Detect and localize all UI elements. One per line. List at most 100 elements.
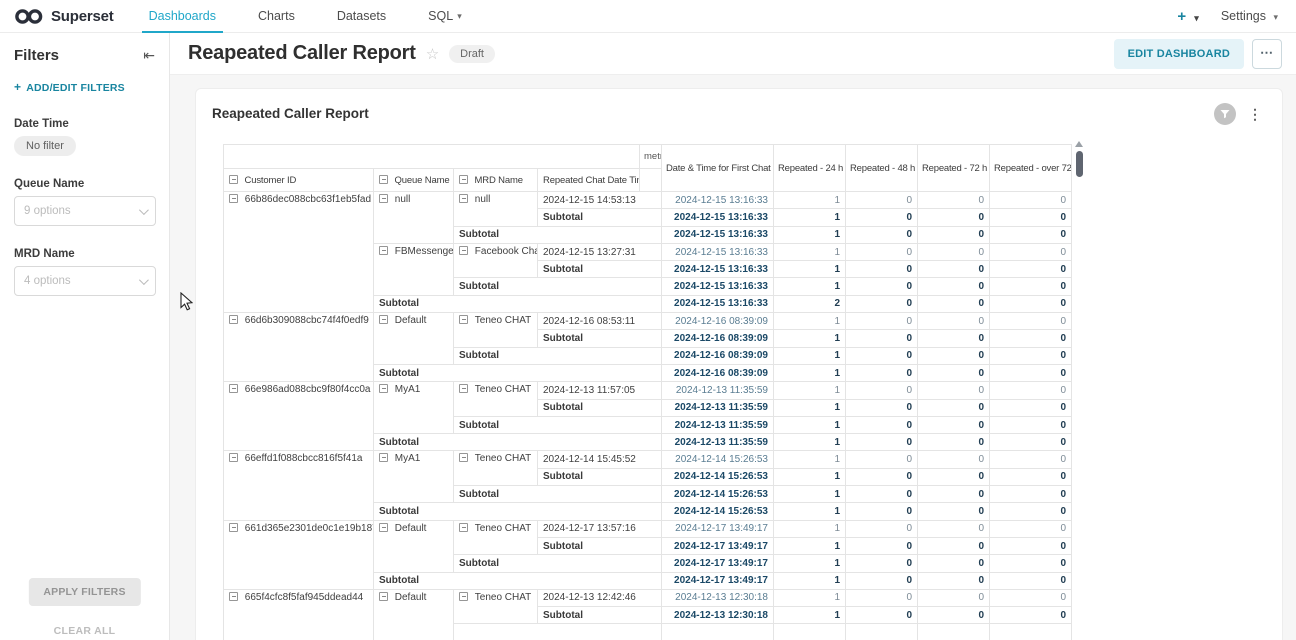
collapse-icon[interactable] <box>459 592 468 601</box>
collapse-icon[interactable] <box>459 194 468 203</box>
subtotal-label: Subtotal <box>454 278 662 295</box>
nav-tab-datasets[interactable]: Datasets <box>316 0 407 33</box>
metric-value: 1 <box>774 555 846 572</box>
metric-value: 0 <box>990 572 1072 589</box>
mrd-name-cell: Facebook Chat <box>454 243 538 278</box>
subtotal-label: Subtotal <box>538 330 662 347</box>
brand-name: Superset <box>51 8 114 25</box>
collapse-icon[interactable] <box>229 523 238 532</box>
queue-name-cell: MyA1 <box>374 382 454 434</box>
filters-panel: Filters ⇤ +ADD/EDIT FILTERS Date Time No… <box>0 33 170 640</box>
collapse-icon[interactable] <box>379 523 388 532</box>
dim-header-date: Repeated Chat Date Time <box>538 169 640 192</box>
first-chat-value: 2024-12-15 13:16:33 <box>662 192 774 209</box>
nav-tab-dashboards[interactable]: Dashboards <box>128 0 237 33</box>
collapse-icon[interactable] <box>459 175 468 184</box>
first-chat-value <box>662 624 774 640</box>
infinity-logo-icon <box>14 8 44 25</box>
metric-value: 1 <box>774 572 846 589</box>
metric-value: 1 <box>774 520 846 537</box>
settings-menu[interactable]: Settings ▾ <box>1221 9 1278 23</box>
metric-header-3[interactable]: Repeated - 72 h <box>918 145 990 192</box>
metric-header-2[interactable]: Repeated - 48 h <box>846 145 918 192</box>
subtotal-label: Subtotal <box>374 295 662 312</box>
metric-value: 0 <box>990 537 1072 554</box>
metric-value: 0 <box>990 226 1072 243</box>
superset-logo[interactable]: Superset <box>0 8 128 25</box>
dashboard-more-button[interactable]: ⋯ <box>1252 39 1282 69</box>
customer-id-cell-label: 665f4cfc8f5faf945ddead44 <box>242 592 363 603</box>
customer-id-cell: 66e986ad088cbc9f80f4cc0a <box>224 382 374 451</box>
metric-header-1[interactable]: Repeated - 24 h <box>774 145 846 192</box>
collapse-icon[interactable] <box>229 194 238 203</box>
metric-header-0[interactable]: Date & Time for First Chat <box>662 145 774 192</box>
queue-name-cell-label: Default <box>392 315 426 326</box>
customer-id-cell: 66d6b309088cbc74f4f0edf9 <box>224 313 374 382</box>
table-row: 665f4cfc8f5faf945ddead44 Default Teneo C… <box>224 589 1072 606</box>
collapse-icon[interactable] <box>379 194 388 203</box>
date-time-filter-chip[interactable]: No filter <box>14 136 76 156</box>
queue-name-select[interactable]: 9 options <box>14 196 156 226</box>
filter-label-queue-name: Queue Name <box>0 156 169 196</box>
nav-tab-charts[interactable]: Charts <box>237 0 316 33</box>
metric-axis-spacer-cell <box>640 169 662 192</box>
collapse-icon[interactable] <box>459 453 468 462</box>
cross-filter-badge[interactable] <box>1214 103 1236 125</box>
metric-value: 1 <box>774 503 846 520</box>
metric-header-4[interactable]: Repeated - over 72 h <box>990 145 1072 192</box>
collapse-icon[interactable] <box>459 246 468 255</box>
metric-value: 0 <box>990 330 1072 347</box>
repeated-chat-date-cell: 2024-12-15 14:53:13 <box>538 192 662 209</box>
scroll-up-arrow-icon[interactable] <box>1075 141 1083 147</box>
metric-value: 1 <box>774 192 846 209</box>
collapse-icon[interactable] <box>379 246 388 255</box>
chart-kebab-menu-icon[interactable]: ⋮ <box>1248 103 1262 125</box>
subtotal-label: Subtotal <box>538 537 662 554</box>
superset-dashboard-screen: Superset Dashboards Charts Datasets SQL … <box>0 0 1296 640</box>
metric-value: 0 <box>990 347 1072 364</box>
collapse-icon[interactable] <box>379 453 388 462</box>
mrd-name-cell: Teneo CHAT <box>454 313 538 348</box>
dim-header-0: Customer ID <box>224 169 374 192</box>
scrollbar-thumb[interactable] <box>1076 151 1083 177</box>
table-row: 661d365e2301de0c1e19b187 Default Teneo C… <box>224 520 1072 537</box>
mrd-name-cell-label: null <box>472 194 490 205</box>
queue-name-cell: Default <box>374 313 454 365</box>
edit-dashboard-button[interactable]: EDIT DASHBOARD <box>1114 39 1244 69</box>
subtotal-label: Subtotal <box>374 572 662 589</box>
collapse-filters-icon[interactable]: ⇤ <box>143 47 155 64</box>
collapse-icon[interactable] <box>229 175 238 184</box>
collapse-icon[interactable] <box>379 315 388 324</box>
collapse-icon[interactable] <box>379 175 388 184</box>
first-chat-value: 2024-12-15 13:16:33 <box>662 243 774 260</box>
customer-id-cell-label: 66d6b309088cbc74f4f0edf9 <box>242 315 369 326</box>
metric-value: 0 <box>846 555 918 572</box>
metric-value: 0 <box>918 295 990 312</box>
collapse-icon[interactable] <box>229 453 238 462</box>
new-item-button[interactable]: + ▾ <box>1177 8 1198 25</box>
chevron-down-icon: ▾ <box>1194 13 1199 23</box>
table-scrollbar[interactable] <box>1074 141 1084 581</box>
metric-value: 0 <box>846 416 918 433</box>
favorite-star-icon[interactable]: ☆ <box>426 45 439 63</box>
collapse-icon[interactable] <box>379 592 388 601</box>
first-chat-value: 2024-12-15 13:16:33 <box>662 261 774 278</box>
collapse-icon[interactable] <box>379 384 388 393</box>
collapse-icon[interactable] <box>459 315 468 324</box>
subtotal-label: Subtotal <box>454 416 662 433</box>
apply-filters-button[interactable]: APPLY FILTERS <box>28 578 140 606</box>
first-chat-value: 2024-12-13 11:35:59 <box>662 434 774 451</box>
add-edit-filters-button[interactable]: +ADD/EDIT FILTERS <box>0 68 169 96</box>
collapse-icon[interactable] <box>459 384 468 393</box>
clear-all-button[interactable]: CLEAR ALL <box>0 625 169 637</box>
collapse-icon[interactable] <box>229 315 238 324</box>
collapse-icon[interactable] <box>229 592 238 601</box>
nav-tab-sql[interactable]: SQL ▾ <box>407 0 483 33</box>
metric-value: 0 <box>846 313 918 330</box>
mrd-name-select[interactable]: 4 options <box>14 266 156 296</box>
collapse-icon[interactable] <box>229 384 238 393</box>
metric-value: 0 <box>918 537 990 554</box>
collapse-icon[interactable] <box>459 523 468 532</box>
metric-value: 0 <box>846 382 918 399</box>
first-chat-value: 2024-12-16 08:39:09 <box>662 330 774 347</box>
